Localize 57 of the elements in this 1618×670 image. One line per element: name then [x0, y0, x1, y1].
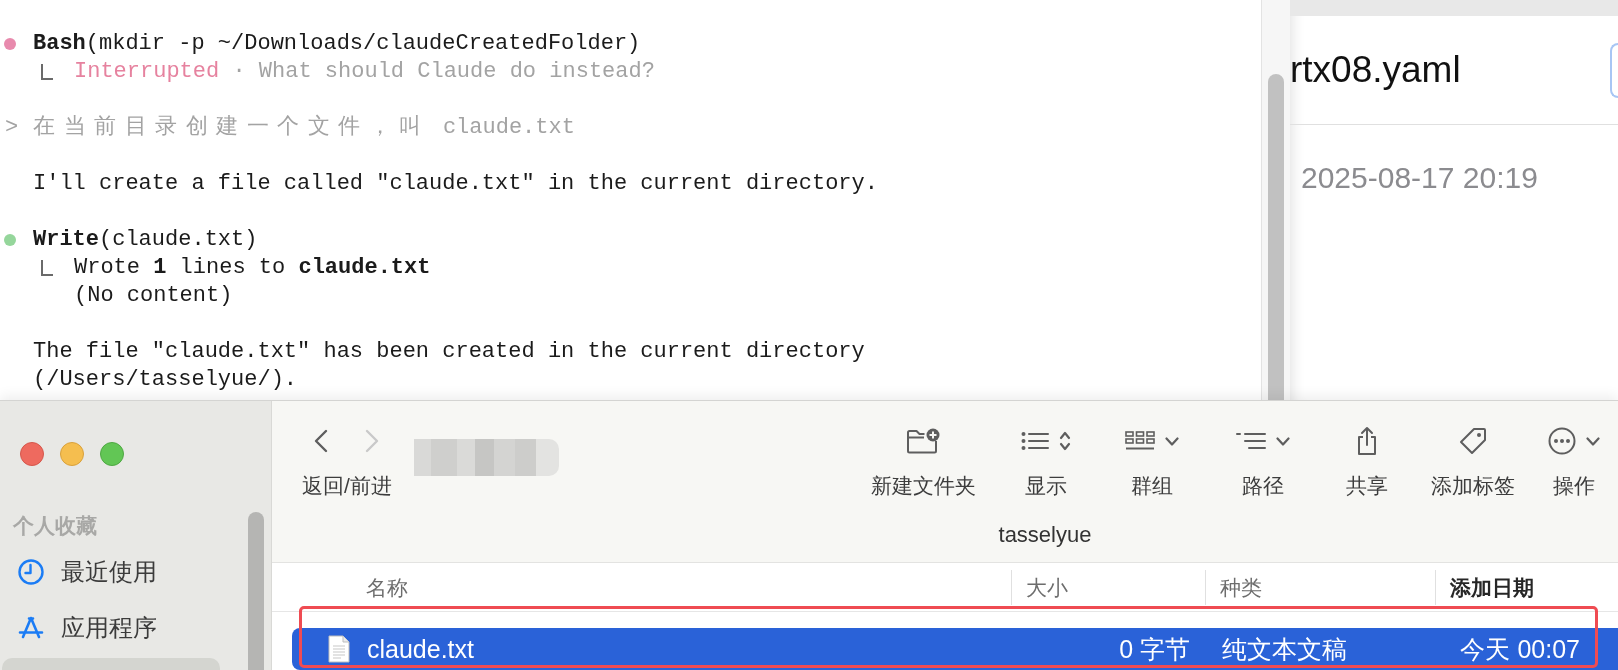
- tool-output-text: Wrote 1 lines to claude.txt: [74, 254, 431, 282]
- chevron-right-icon: [365, 429, 380, 453]
- close-button[interactable]: [20, 442, 44, 466]
- status-text: Interrupted: [74, 58, 220, 86]
- zoom-button[interactable]: [100, 442, 124, 466]
- chevron-down-icon: [1586, 436, 1600, 446]
- tool-output-text: (No content): [74, 282, 233, 310]
- column-header[interactable]: 大小: [1011, 570, 1205, 605]
- path-button[interactable]: 路径: [1200, 425, 1326, 499]
- tree-connector-icon: [41, 260, 53, 276]
- view-button[interactable]: 显示: [988, 425, 1104, 499]
- share-button[interactable]: 共享: [1326, 425, 1408, 499]
- updown-chevron-icon: [1059, 430, 1071, 452]
- file-row[interactable]: claude.txt 0 字节 纯文本文稿 今天 00:07: [292, 628, 1618, 670]
- modified-date: 2025-08-17 20:19: [1301, 161, 1538, 194]
- sidebar-item[interactable]: 最近使用: [2, 546, 220, 598]
- grid-icon: [1125, 431, 1155, 451]
- date-added: 今天 00:07: [1460, 634, 1580, 663]
- status-message: · What should Claude do instead?: [232, 58, 655, 86]
- action-button[interactable]: 操作: [1538, 425, 1610, 499]
- document-icon: [328, 635, 350, 663]
- file-name: claude.txt: [367, 634, 474, 664]
- nav-label: 返回/前进: [302, 473, 392, 499]
- file-title: rtx08.yaml: [1290, 48, 1461, 92]
- scrollbar-thumb[interactable]: [1268, 74, 1284, 400]
- window-title: tasselyue: [998, 522, 1092, 547]
- outlined-button[interactable]: [1610, 42, 1618, 98]
- tool-call-text: Bash(mkdir -p ~/Downloads/claudeCreatedFolder): [33, 30, 641, 58]
- prompt-text: 在当前目录创建一个文件，叫 claude.txt: [33, 114, 575, 142]
- folder-plus-icon: [906, 428, 940, 454]
- ellipsis-circle-icon: [1548, 427, 1576, 455]
- column-header[interactable]: 名称: [272, 570, 1011, 605]
- column-header[interactable]: 添加日期: [1435, 570, 1618, 605]
- clock-icon: [18, 559, 44, 585]
- sidebar-scrollbar[interactable]: [248, 512, 264, 670]
- tree-connector-icon: [41, 64, 53, 80]
- new-folder-button[interactable]: 新建文件夹: [858, 425, 988, 499]
- minimize-button[interactable]: [60, 442, 84, 466]
- file-kind: 纯文本文稿: [1222, 634, 1347, 663]
- chevron-down-icon: [1276, 436, 1290, 446]
- prompt-marker: >: [5, 114, 19, 142]
- assistant-message: The file "claude.txt" has been created in the current directory (/Users/tasselyue/).: [33, 338, 866, 394]
- chevron-left-icon: [314, 429, 329, 453]
- group-button[interactable]: 群组: [1104, 425, 1200, 499]
- tag-icon: [1459, 427, 1487, 455]
- chevron-down-icon: [1165, 436, 1179, 446]
- sidebar-item[interactable]: 应用程序: [2, 602, 220, 654]
- sidebar-section-title: 个人收藏: [13, 513, 98, 539]
- assistant-message: I'll create a file called "claude.txt" in the current directory.: [33, 170, 879, 198]
- indented-list-icon: [1236, 431, 1266, 451]
- letter-a-icon: [18, 616, 44, 640]
- file-size: 0 字节: [1119, 634, 1190, 663]
- column-header[interactable]: 种类: [1205, 570, 1435, 605]
- share-icon: [1356, 426, 1378, 456]
- tag-button[interactable]: 添加标签: [1408, 425, 1538, 499]
- tool-call-text: Write(claude.txt): [33, 226, 258, 254]
- list-icon: [1021, 431, 1049, 451]
